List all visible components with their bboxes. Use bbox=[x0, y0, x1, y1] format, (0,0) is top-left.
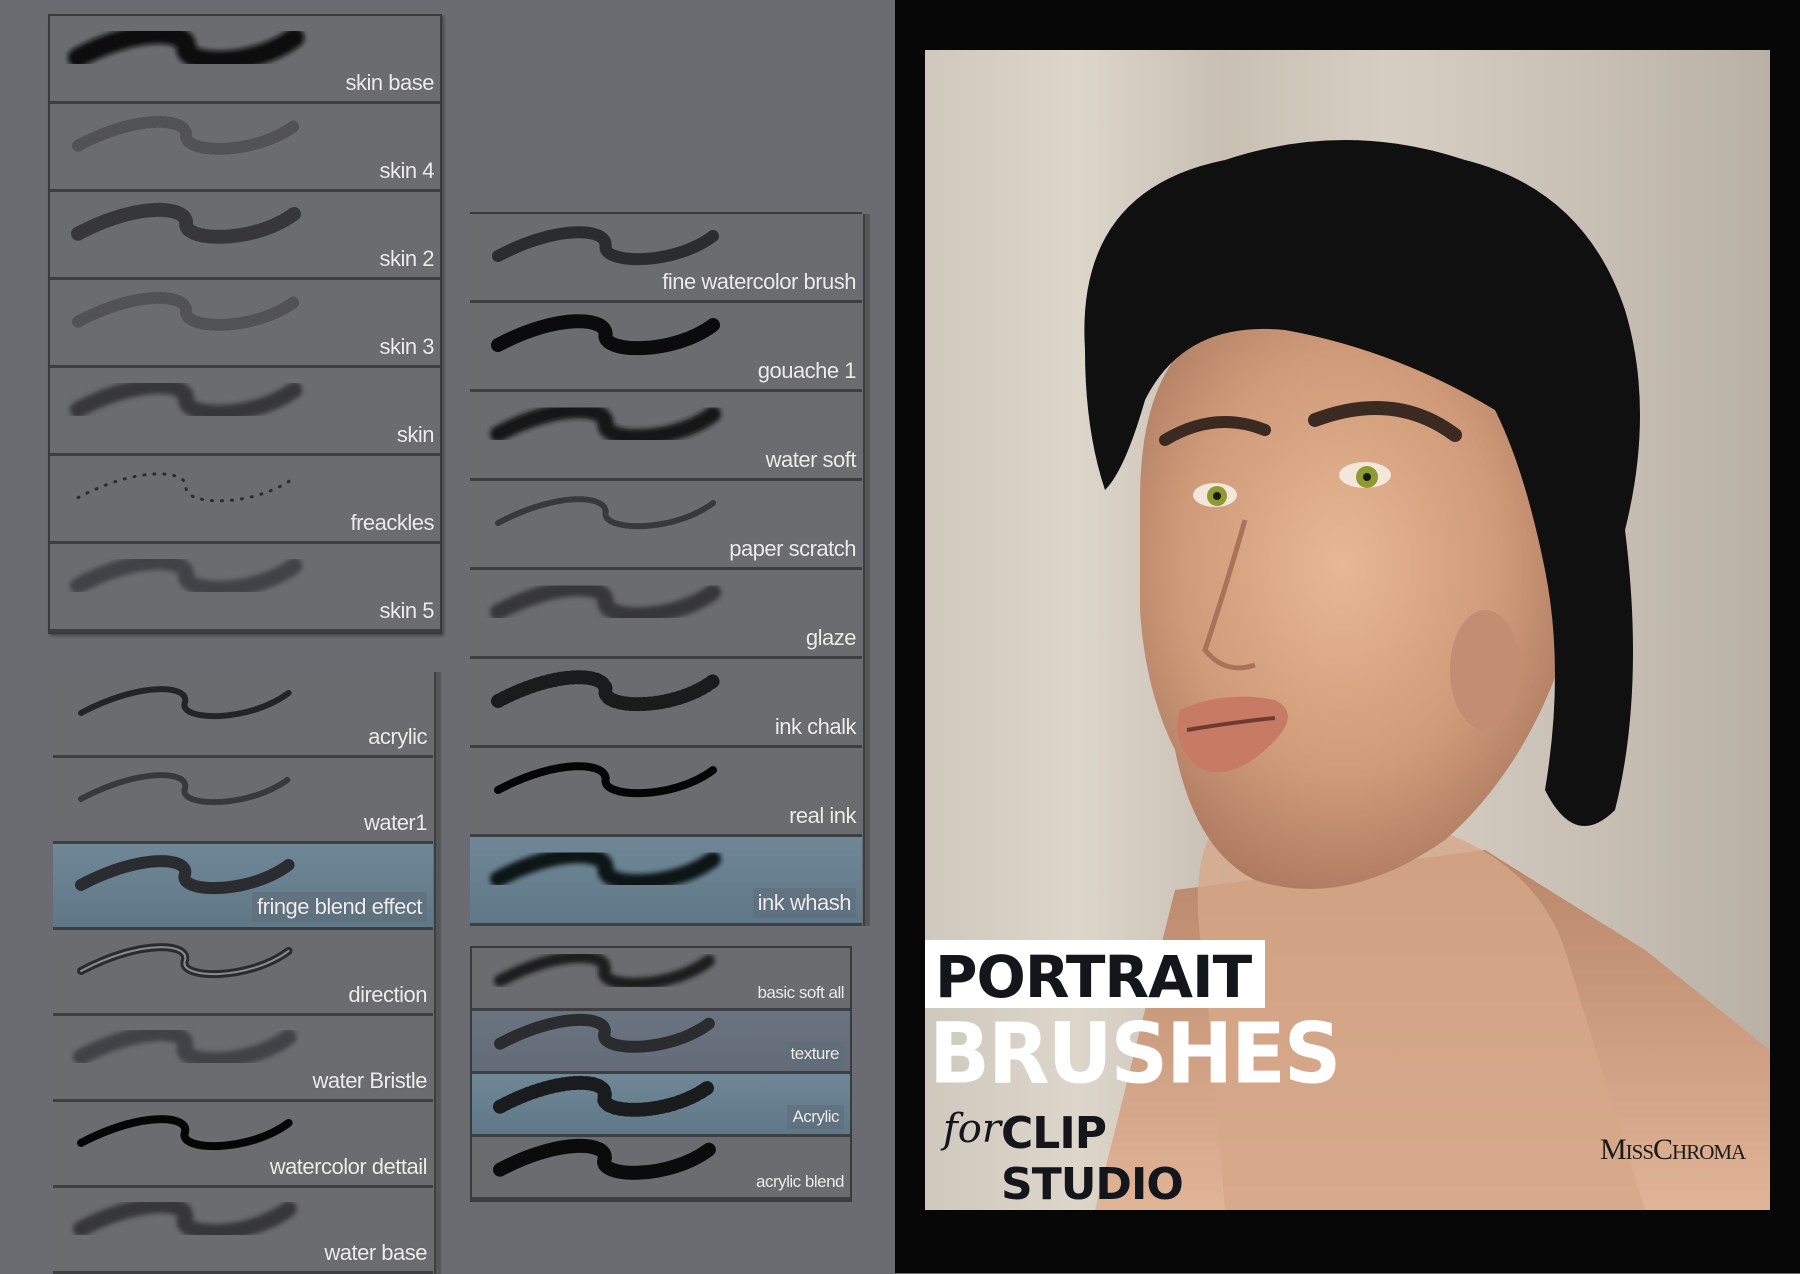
brush-item[interactable]: water1 bbox=[53, 758, 433, 844]
brush-label: basic soft all bbox=[757, 983, 844, 1002]
brush-label: direction bbox=[348, 982, 427, 1007]
brush-label: water soft bbox=[765, 447, 857, 472]
brush-item[interactable]: real ink bbox=[470, 748, 862, 837]
brush-panel-skin: skin base skin 4 skin 2 skin 3 skin freackles… bbox=[48, 14, 442, 634]
brush-label: ink whash bbox=[752, 888, 856, 918]
brush-item[interactable]: skin 2 bbox=[50, 192, 440, 280]
brush-panel-acrylic: acrylic water1 fringe blend effect directio… bbox=[53, 672, 441, 1274]
brush-label: real ink bbox=[789, 803, 856, 828]
artist-signature: MissChroma bbox=[1600, 1133, 1746, 1166]
brush-item[interactable]: texture bbox=[472, 1011, 850, 1074]
brush-item[interactable]: acrylic blend bbox=[472, 1137, 850, 1200]
brush-item[interactable]: gouache 1 bbox=[470, 303, 862, 392]
brush-label: fine watercolor brush bbox=[662, 269, 856, 294]
brush-item[interactable]: fringe blend effect bbox=[53, 844, 433, 930]
brush-item[interactable]: ink chalk bbox=[470, 659, 862, 748]
title-brushes: BRUSHES bbox=[929, 1004, 1341, 1103]
brush-item[interactable]: skin 4 bbox=[50, 104, 440, 192]
panel-scrollbar[interactable] bbox=[434, 672, 441, 1274]
brush-palette-area: skin base skin 4 skin 2 skin 3 skin freackles… bbox=[0, 0, 895, 1274]
brush-label: skin 4 bbox=[379, 158, 435, 183]
brush-item[interactable]: ink whash bbox=[470, 837, 862, 926]
brush-label: acrylic bbox=[368, 724, 427, 749]
brush-stroke-preview bbox=[70, 377, 303, 421]
brush-label: skin 5 bbox=[379, 598, 435, 623]
title-for: for bbox=[943, 1106, 1002, 1152]
brush-item[interactable]: direction bbox=[53, 930, 433, 1016]
cover-artwork: PORTRAIT BRUSHES for CLIP STUDIO bbox=[895, 0, 1800, 1273]
brush-item[interactable]: Acrylic bbox=[472, 1074, 850, 1137]
brush-label: freackles bbox=[350, 510, 434, 535]
panel-scrollbar[interactable] bbox=[863, 214, 870, 926]
brush-item[interactable]: water base bbox=[53, 1188, 433, 1274]
brush-label: water1 bbox=[363, 810, 428, 835]
brush-panel-paint: fine watercolor brush gouache 1 water soft… bbox=[470, 212, 870, 926]
title-portrait: PORTRAIT bbox=[925, 940, 1266, 1011]
brush-label: skin 3 bbox=[379, 334, 435, 359]
brush-stroke-preview bbox=[490, 580, 722, 624]
brush-label: acrylic blend bbox=[756, 1172, 845, 1191]
brush-item[interactable]: basic soft all bbox=[472, 948, 850, 1011]
brush-label: water base bbox=[324, 1240, 427, 1265]
brush-item[interactable]: water soft bbox=[470, 392, 862, 481]
brush-item[interactable]: water Bristle bbox=[53, 1016, 433, 1102]
brush-label: skin bbox=[396, 422, 435, 447]
brush-label: skin base bbox=[345, 70, 435, 95]
brush-item[interactable]: glaze bbox=[470, 570, 862, 659]
brush-item[interactable]: freackles bbox=[50, 456, 440, 544]
title-clip-studio: CLIP STUDIO bbox=[1001, 1108, 1184, 1210]
brush-label: texture bbox=[785, 1042, 844, 1066]
brush-item[interactable]: skin bbox=[50, 368, 440, 456]
brush-item[interactable]: watercolor dettail bbox=[53, 1102, 433, 1188]
brush-label: gouache 1 bbox=[757, 358, 857, 383]
brush-label: paper scratch bbox=[729, 536, 856, 561]
brush-item[interactable]: skin 5 bbox=[50, 544, 440, 632]
brush-label: fringe blend effect bbox=[252, 892, 427, 922]
brush-item[interactable]: paper scratch bbox=[470, 481, 862, 570]
brush-label: watercolor dettail bbox=[269, 1154, 428, 1179]
brush-label: glaze bbox=[805, 625, 857, 650]
brush-item[interactable]: fine watercolor brush bbox=[470, 214, 862, 303]
brush-label: water Bristle bbox=[312, 1068, 427, 1093]
brush-label: Acrylic bbox=[787, 1105, 844, 1129]
brush-label: skin 2 bbox=[379, 246, 435, 271]
brush-panel-texture: basic soft all texture Acrylic acrylic blen… bbox=[470, 946, 852, 1202]
brush-label: ink chalk bbox=[774, 714, 857, 739]
brush-item[interactable]: acrylic bbox=[53, 672, 433, 758]
brush-item[interactable]: skin 3 bbox=[50, 280, 440, 368]
brush-item[interactable]: skin base bbox=[50, 16, 440, 104]
